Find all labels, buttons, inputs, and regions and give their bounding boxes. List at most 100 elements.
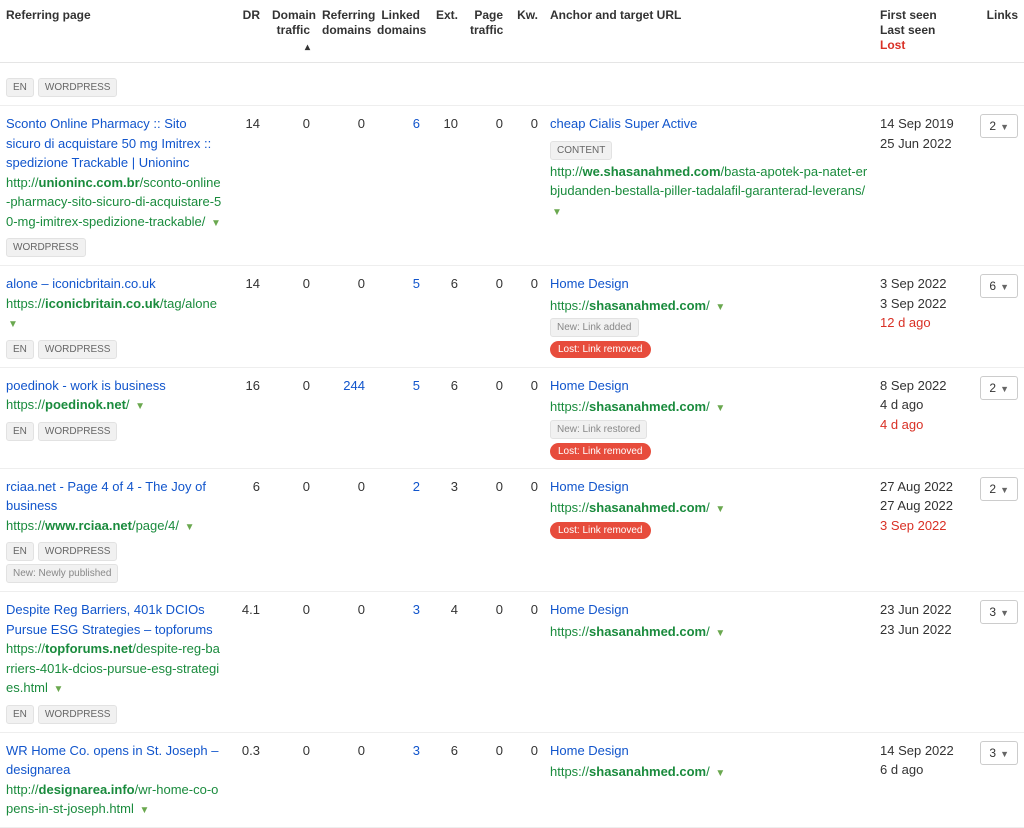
links-dropdown-button[interactable]: 2▼	[980, 114, 1018, 138]
chevron-down-icon: ▼	[1000, 485, 1009, 495]
col-linked-domains[interactable]: Linked domains	[371, 0, 426, 63]
cell-dates: 3 Sep 20223 Sep 202212 d ago	[874, 266, 966, 368]
referring-page-title[interactable]: Sconto Online Pharmacy :: Sito sicuro di…	[6, 116, 211, 170]
cell-domain-traffic: 0	[266, 592, 316, 733]
cell-dr: 4.1	[230, 592, 266, 733]
cell-page-traffic: 0	[464, 592, 509, 733]
cell-dates: 8 Sep 20224 d ago4 d ago	[874, 367, 966, 468]
anchor-text[interactable]: Home Design	[550, 378, 629, 393]
referring-page-title[interactable]: poedinok - work is business	[6, 378, 166, 393]
cell-dr: 16	[230, 367, 266, 468]
referring-page-url[interactable]: https://topforums.net/despite-reg-barrie…	[6, 639, 224, 698]
cell-page-traffic: 0	[464, 266, 509, 368]
page-tag: WORDPRESS	[6, 238, 86, 257]
links-dropdown-button[interactable]: 3▼	[980, 600, 1018, 624]
cell-linked-domains: 3	[371, 732, 426, 827]
referring-page-url[interactable]: https://www.rciaa.net/page/4/ ▼	[6, 516, 224, 536]
chevron-down-icon[interactable]: ▼	[715, 300, 725, 315]
cell-ext: 6	[426, 732, 464, 827]
anchor-text[interactable]: cheap Cialis Super Active	[550, 116, 697, 131]
chevron-down-icon[interactable]: ▼	[715, 626, 725, 641]
referring-page-url[interactable]: http://designarea.info/wr-home-co-opens-…	[6, 780, 224, 819]
referring-page-title[interactable]: Despite Reg Barriers, 401k DCIOs Pursue …	[6, 602, 213, 637]
col-ext[interactable]: Ext.	[426, 0, 464, 63]
cell-domain-traffic: 0	[266, 732, 316, 827]
chevron-down-icon[interactable]: ▼	[715, 502, 725, 517]
page-tag: WORDPRESS	[38, 422, 118, 441]
target-url[interactable]: http://we.shasanahmed.com/basta-apotek-p…	[550, 162, 868, 221]
cell-linked-domains: 5	[371, 367, 426, 468]
anchor-text[interactable]: Home Design	[550, 743, 629, 758]
cell-referring-domains: 0	[316, 106, 371, 266]
cell-kw: 0	[509, 367, 544, 468]
page-tag: WORDPRESS	[38, 340, 118, 359]
col-links[interactable]: Links	[966, 0, 1024, 63]
col-anchor-target[interactable]: Anchor and target URL	[544, 0, 874, 63]
table-row: alone – iconicbritain.co.uk https://iconi…	[0, 266, 1024, 368]
table-row: Despite Reg Barriers, 401k DCIOs Pursue …	[0, 592, 1024, 733]
chevron-down-icon[interactable]: ▼	[552, 205, 562, 220]
links-dropdown-button[interactable]: 2▼	[980, 376, 1018, 400]
page-tag: EN	[6, 705, 34, 724]
target-url[interactable]: https://shasanahmed.com/ ▼	[550, 622, 868, 642]
col-referring-page[interactable]: Referring page	[0, 0, 230, 63]
table-row: WR Home Co. opens in St. Joseph – design…	[0, 732, 1024, 827]
links-dropdown-button[interactable]: 3▼	[980, 741, 1018, 765]
chevron-down-icon[interactable]: ▼	[185, 520, 195, 535]
anchor-tag: CONTENT	[550, 141, 612, 160]
page-tag: WORDPRESS	[38, 542, 118, 561]
chevron-down-icon[interactable]: ▼	[8, 317, 18, 332]
chevron-down-icon[interactable]: ▼	[715, 766, 725, 781]
table-row: rciaa.net - Page 4 of 4 - The Joy of bus…	[0, 468, 1024, 592]
cell-ext: 6	[426, 367, 464, 468]
col-page-traffic[interactable]: Page traffic	[464, 0, 509, 63]
referring-page-url[interactable]: https://poedinok.net/ ▼	[6, 395, 224, 415]
cell-kw: 0	[509, 592, 544, 733]
page-tag: EN	[6, 78, 34, 97]
cell-domain-traffic: 0	[266, 468, 316, 592]
referring-page-url[interactable]: http://unioninc.com.br/sconto-online-pha…	[6, 173, 224, 232]
page-tag: WORDPRESS	[38, 78, 118, 97]
target-url[interactable]: https://shasanahmed.com/ ▼	[550, 498, 868, 518]
page-tag: WORDPRESS	[38, 705, 118, 724]
chevron-down-icon: ▼	[1000, 122, 1009, 132]
cell-kw: 0	[509, 106, 544, 266]
referring-page-title[interactable]: WR Home Co. opens in St. Joseph – design…	[6, 743, 218, 778]
cell-referring-domains: 0	[316, 732, 371, 827]
cell-page-traffic: 0	[464, 106, 509, 266]
cell-dates: 27 Aug 202227 Aug 20223 Sep 2022	[874, 468, 966, 592]
col-first-last-seen[interactable]: First seen Last seen Lost	[874, 0, 966, 63]
col-dr[interactable]: DR	[230, 0, 266, 63]
cell-domain-traffic: 0	[266, 106, 316, 266]
chevron-down-icon[interactable]: ▼	[140, 803, 150, 818]
col-referring-domains[interactable]: Referring domains	[316, 0, 371, 63]
target-url[interactable]: https://shasanahmed.com/ ▼	[550, 762, 868, 782]
referring-page-url[interactable]: https://iconicbritain.co.uk/tag/alone ▼	[6, 294, 224, 333]
chevron-down-icon[interactable]: ▼	[135, 399, 145, 414]
links-dropdown-button[interactable]: 2▼	[980, 477, 1018, 501]
col-domain-traffic[interactable]: Domain traffic	[266, 0, 316, 63]
links-dropdown-button[interactable]: 6▼	[980, 274, 1018, 298]
status-pill-new: New: Link added	[550, 318, 639, 337]
cell-referring-domains: 0	[316, 592, 371, 733]
cell-page-traffic: 0	[464, 367, 509, 468]
target-url[interactable]: https://shasanahmed.com/ ▼	[550, 296, 868, 316]
chevron-down-icon[interactable]: ▼	[211, 216, 221, 231]
col-kw[interactable]: Kw.	[509, 0, 544, 63]
target-url[interactable]: https://shasanahmed.com/ ▼	[550, 397, 868, 417]
cell-dr: 14	[230, 106, 266, 266]
cell-dates: 14 Sep 20226 d ago	[874, 732, 966, 827]
cell-dr: 0.3	[230, 732, 266, 827]
anchor-text[interactable]: Home Design	[550, 602, 629, 617]
chevron-down-icon[interactable]: ▼	[54, 682, 64, 697]
cell-linked-domains: 5	[371, 266, 426, 368]
cell-kw: 0	[509, 468, 544, 592]
referring-page-title[interactable]: rciaa.net - Page 4 of 4 - The Joy of bus…	[6, 479, 206, 514]
chevron-down-icon[interactable]: ▼	[715, 401, 725, 416]
page-tag: EN	[6, 542, 34, 561]
anchor-text[interactable]: Home Design	[550, 479, 629, 494]
referring-page-title[interactable]: alone – iconicbritain.co.uk	[6, 276, 156, 291]
status-pill-lost: Lost: Link removed	[550, 341, 651, 358]
anchor-text[interactable]: Home Design	[550, 276, 629, 291]
table-row-partial: ENWORDPRESS	[0, 63, 1024, 106]
